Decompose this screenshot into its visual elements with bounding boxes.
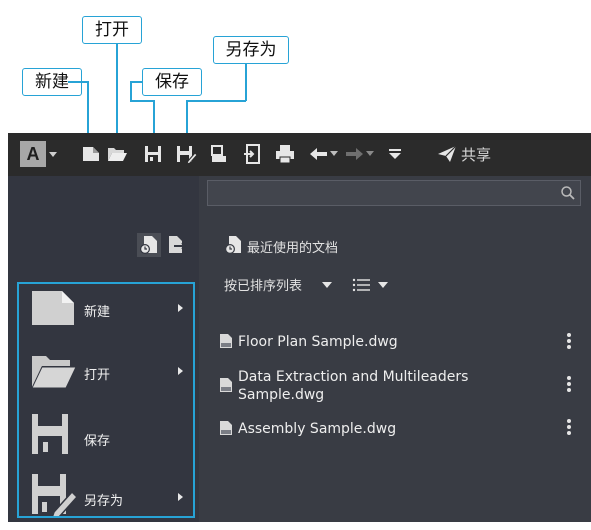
callout-save: 保存 (142, 68, 202, 96)
callout-line-open (116, 44, 118, 139)
callout-line-new (68, 81, 88, 83)
dwg-file-icon (220, 378, 232, 392)
open-documents-toggle-icon[interactable] (165, 233, 189, 257)
callout-save-as: 另存为 (213, 36, 289, 64)
app-menu-dropdown-icon[interactable] (48, 151, 58, 159)
callout-line-save-as (245, 64, 247, 101)
callout-line-save (130, 100, 154, 102)
recent-file-item[interactable]: Assembly Sample.dwg (218, 420, 558, 438)
save-icon[interactable] (142, 143, 164, 165)
file-name: Data Extraction and Multileaders Sample.… (238, 369, 469, 403)
open-icon[interactable] (106, 143, 128, 165)
view-dropdown-icon[interactable] (378, 282, 388, 289)
recent-documents-icon (225, 236, 241, 254)
customize-toolbar-icon[interactable] (384, 143, 406, 165)
search-field[interactable] (207, 180, 581, 207)
file-options-icon[interactable] (566, 417, 572, 437)
new-icon[interactable] (80, 143, 102, 165)
recent-documents-toggle-icon[interactable] (137, 233, 161, 257)
export-icon[interactable] (242, 143, 264, 165)
undo-dropdown-icon[interactable] (330, 151, 338, 157)
save-as-icon[interactable] (175, 143, 197, 165)
share-label[interactable]: 共享 (461, 144, 491, 165)
highlight-box (17, 282, 195, 518)
callout-line-save (130, 81, 132, 101)
list-view-icon[interactable] (352, 277, 372, 293)
sort-by-dropdown[interactable]: 按已排序列表 (224, 275, 302, 294)
file-options-icon[interactable] (566, 374, 572, 394)
undo-icon[interactable] (308, 143, 330, 165)
share-icon[interactable] (436, 143, 458, 165)
search-input[interactable] (208, 181, 552, 207)
app-menu-button[interactable]: A (20, 141, 46, 167)
recent-file-item[interactable]: Floor Plan Sample.dwg (218, 333, 558, 351)
callout-line-save-as (186, 100, 246, 102)
search-icon[interactable] (560, 185, 576, 201)
callout-open: 打开 (82, 16, 142, 44)
file-name: Assembly Sample.dwg (238, 421, 397, 437)
sort-dropdown-icon[interactable] (322, 282, 332, 289)
quick-access-toolbar: A 共享 (8, 133, 591, 176)
callout-line-save (130, 81, 143, 83)
recent-documents-title: 最近使用的文档 (247, 241, 339, 256)
redo-icon[interactable] (343, 143, 365, 165)
dwg-file-icon (220, 421, 232, 435)
callout-line-new (87, 81, 89, 139)
recent-file-item[interactable]: Data Extraction and Multileaders Sample.… (218, 368, 558, 404)
redo-dropdown-icon[interactable] (366, 151, 374, 157)
file-options-icon[interactable] (566, 331, 572, 351)
file-name: Floor Plan Sample.dwg (238, 334, 398, 350)
plot-icon[interactable] (208, 143, 230, 165)
print-icon[interactable] (274, 143, 296, 165)
dwg-file-icon (220, 334, 232, 348)
